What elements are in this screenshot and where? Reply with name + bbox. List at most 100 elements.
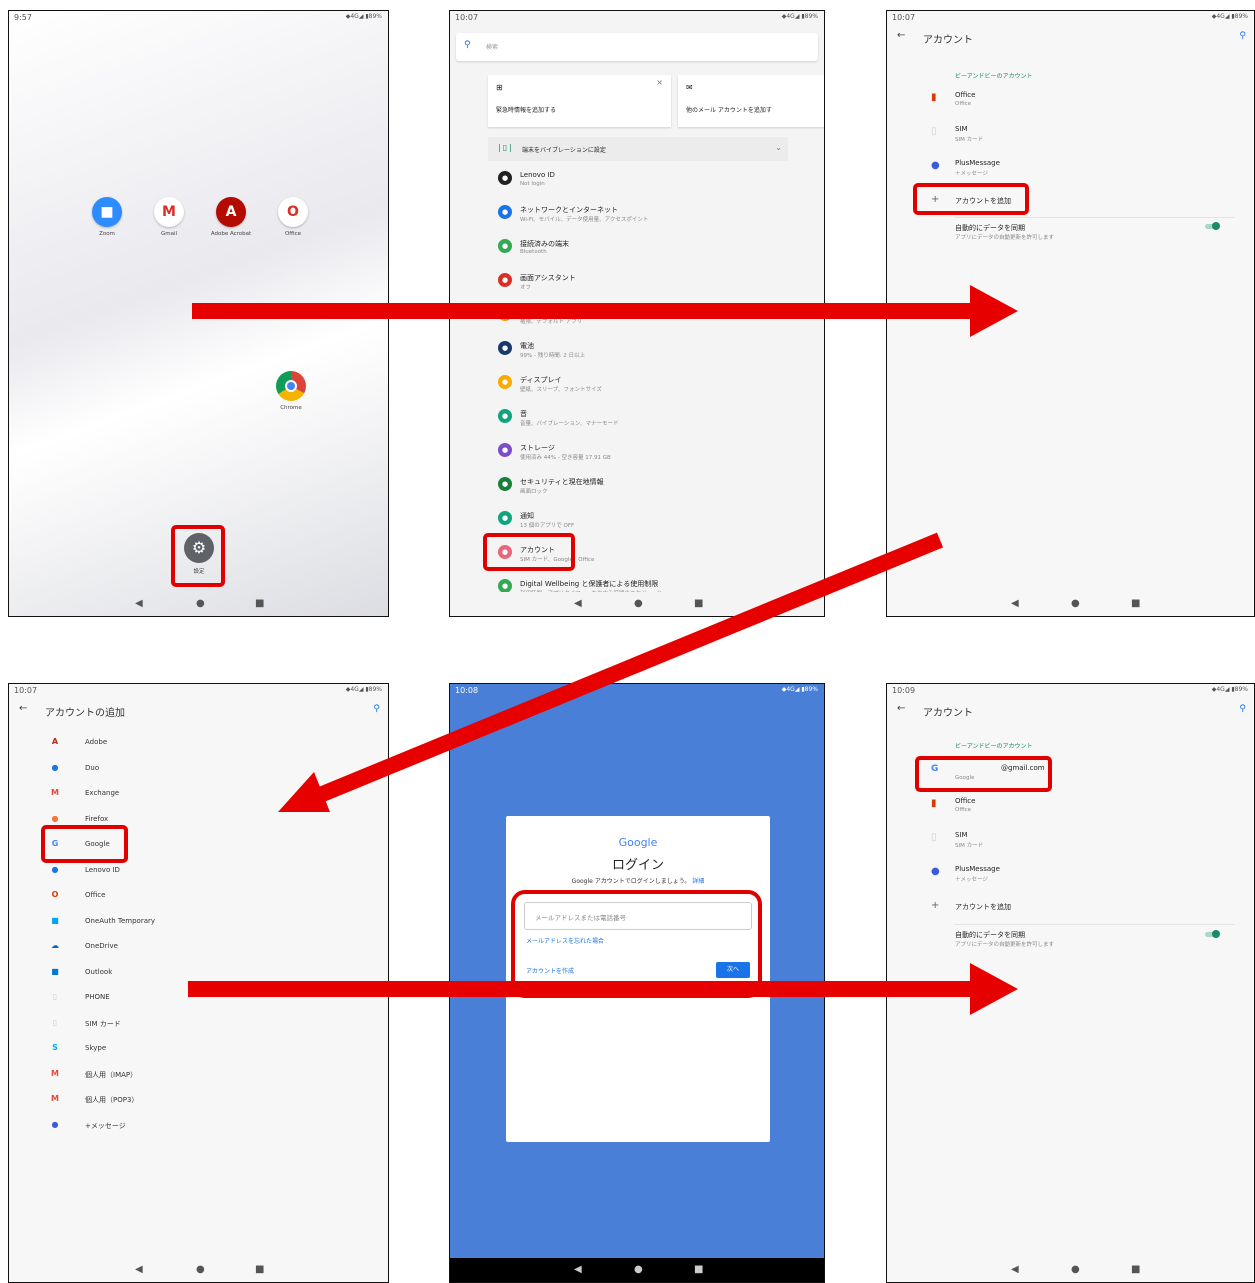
vibrate-suggestion[interactable]: ❘▯❘ 端末をバイブレーションに設定 ⌄ — [488, 137, 788, 161]
account-type-item[interactable]: ▯ PHONE — [49, 991, 249, 1007]
account-row[interactable]: ▮ Office Office — [927, 89, 1127, 115]
settings-item[interactable]: ● 接続済みの端末 Bluetooth — [498, 239, 798, 265]
back-nav-icon[interactable]: ◀ — [135, 1264, 143, 1275]
login-heading: ログイン — [611, 858, 664, 873]
settings-item[interactable]: ● ストレージ 使用済み 44% - 空き容量 17.91 GB — [498, 443, 798, 469]
add-account-row[interactable]: + アカウントを追加 — [927, 897, 1227, 917]
account-type-item[interactable]: ▯ SIM カード — [49, 1017, 249, 1033]
chevron-down-icon[interactable]: ⌄ — [775, 143, 782, 152]
account-type-item[interactable]: ■ Outlook — [49, 966, 249, 982]
back-nav-icon[interactable]: ◀ — [1011, 1264, 1019, 1275]
close-icon[interactable]: × — [656, 78, 663, 87]
settings-item-subtitle: 壁紙、スリープ、フォントサイズ — [520, 387, 602, 393]
account-type-label: Office — [85, 891, 106, 899]
nav-bar: ◀ ● ■ — [9, 1258, 388, 1282]
account-type-item[interactable]: M 個人用（IMAP） — [49, 1068, 249, 1084]
settings-item[interactable]: ● 権限、デフォルト アプリ — [498, 307, 798, 333]
search-icon[interactable]: ⚲ — [1239, 704, 1246, 714]
home-nav-icon[interactable]: ● — [196, 1264, 205, 1275]
back-nav-icon[interactable]: ◀ — [574, 598, 582, 609]
account-type-item[interactable]: M 個人用（POP3） — [49, 1093, 249, 1109]
settings-item-icon: ● — [498, 409, 512, 423]
settings-item-title: セキュリティと現在地情報 — [520, 478, 604, 486]
nav-bar: ◀ ● ■ — [9, 592, 388, 616]
settings-item[interactable]: ● Lenovo ID Not login — [498, 171, 798, 197]
account-subtitle: SIM カード — [955, 843, 984, 849]
back-nav-icon[interactable]: ◀ — [135, 598, 143, 609]
account-row[interactable]: ● PlusMessage ＋メッセージ — [927, 863, 1127, 889]
recents-nav-icon[interactable]: ■ — [1131, 1264, 1140, 1275]
account-type-item[interactable]: O Office — [49, 889, 249, 905]
status-time: 9:57 — [14, 13, 32, 22]
plusmessage-icon: ● — [931, 866, 940, 877]
back-nav-icon[interactable]: ◀ — [574, 1264, 582, 1275]
settings-item[interactable]: ● ディスプレイ 壁紙、スリープ、フォントサイズ — [498, 375, 798, 401]
google-login-panel: 10:08 ◆4G◢ ▮89% Google ログイン Google アカウント… — [449, 683, 825, 1283]
page-title: アカウント — [923, 35, 973, 46]
account-row[interactable]: ▯ SIM SIM カード — [927, 829, 1127, 855]
app-office[interactable]: O Office — [263, 197, 323, 237]
settings-item[interactable]: ● 電池 99% - 残り時間: 2 日以上 — [498, 341, 798, 367]
account-type-item[interactable]: ☁ OneDrive — [49, 940, 249, 956]
account-row[interactable]: ▮ Office Office — [927, 795, 1127, 821]
sync-row[interactable]: 自動的にデータを同期 アプリにデータの自動更新を許可します — [955, 217, 1235, 242]
recents-nav-icon[interactable]: ■ — [694, 598, 703, 609]
settings-item[interactable]: ● ネットワークとインターネット Wi-Fi、モバイル、データ使用量、アクセスポイン… — [498, 205, 798, 231]
sync-row[interactable]: 自動的にデータを同期 アプリにデータの自動更新を許可します — [955, 924, 1235, 949]
search-icon[interactable]: ⚲ — [373, 704, 380, 714]
page-title: アカウントの追加 — [45, 708, 125, 719]
recents-nav-icon[interactable]: ■ — [1131, 598, 1140, 609]
sync-toggle[interactable] — [1205, 930, 1220, 938]
account-type-icon: ● — [51, 813, 59, 823]
status-icons: ◆4G◢ ▮89% — [1211, 686, 1248, 693]
sync-toggle[interactable] — [1205, 222, 1220, 230]
home-nav-icon[interactable]: ● — [196, 598, 205, 609]
settings-item[interactable]: ● セキュリティと現在地情報 画面ロック — [498, 477, 798, 503]
back-arrow-icon[interactable]: ← — [897, 30, 905, 41]
recents-nav-icon[interactable]: ■ — [255, 1264, 264, 1275]
app-adobe-acrobat[interactable]: A Adobe Acrobat — [201, 197, 261, 237]
search-icon[interactable]: ⚲ — [1239, 31, 1246, 41]
app-zoom[interactable]: ■ Zoom — [77, 197, 137, 237]
home-nav-icon[interactable]: ● — [1071, 1264, 1080, 1275]
status-bar: 9:57 ◆4G◢ ▮89% — [9, 11, 388, 25]
app-gmail[interactable]: M Gmail — [139, 197, 199, 237]
account-title: Office — [955, 91, 976, 99]
back-arrow-icon[interactable]: ← — [897, 703, 905, 714]
account-type-item[interactable]: M Exchange — [49, 787, 249, 803]
account-type-item[interactable]: S Skype — [49, 1042, 249, 1058]
home-nav-icon[interactable]: ● — [634, 598, 643, 609]
suggestion-card-email[interactable]: ✉ 他のメール アカウントを追加す — [678, 75, 824, 127]
account-subtitle: Office — [955, 101, 972, 107]
home-nav-icon[interactable]: ● — [634, 1264, 643, 1275]
status-bar: 10:07 ◆4G◢ ▮89% — [887, 11, 1254, 25]
settings-item-subtitle: 使用済み 44% - 空き容量 17.91 GB — [520, 455, 611, 461]
recents-nav-icon[interactable]: ■ — [694, 1264, 703, 1275]
settings-item-subtitle: Not login — [520, 181, 545, 187]
settings-item[interactable]: ● 音音量、バイブレーション、マナーモード — [498, 409, 798, 435]
app-bar: ← アカウント ⚲ — [887, 27, 1254, 49]
settings-item-icon: ● — [498, 477, 512, 491]
back-nav-icon[interactable]: ◀ — [1011, 598, 1019, 609]
account-row[interactable]: ▯ SIM SIM カード — [927, 123, 1127, 149]
account-type-item[interactable]: ● +メッセージ — [49, 1119, 249, 1135]
recents-nav-icon[interactable]: ■ — [255, 598, 264, 609]
details-link[interactable]: 詳細 — [692, 878, 704, 885]
account-type-item[interactable]: A Adobe — [49, 736, 249, 752]
settings-item-icon: ● — [498, 205, 512, 219]
account-type-item[interactable]: ■ OneAuth Temporary — [49, 915, 249, 931]
add-card-icon: ⊞ — [496, 83, 503, 92]
settings-search-bar[interactable]: ⚲ 検索 — [456, 33, 818, 61]
home-screen-panel: 9:57 ◆4G◢ ▮89% ■ Zoom M Gmail A Adobe Acrobat… — [8, 10, 389, 617]
home-nav-icon[interactable]: ● — [1071, 598, 1080, 609]
account-type-label: Exchange — [85, 789, 120, 797]
account-type-label: Duo — [85, 763, 100, 772]
settings-item-icon: ● — [498, 341, 512, 355]
back-arrow-icon[interactable]: ← — [19, 703, 27, 714]
app-chrome[interactable]: Chrome — [261, 371, 321, 411]
account-row[interactable]: ● PlusMessage ＋メッセージ — [927, 157, 1127, 183]
account-type-item[interactable]: ● Lenovo ID — [49, 864, 249, 880]
suggestion-card-emergency[interactable]: ⊞ × 緊急時情報を追加する — [488, 75, 671, 127]
account-type-item[interactable]: ● Duo — [49, 762, 249, 778]
settings-item[interactable]: ● 画面アシスタント オフ — [498, 273, 798, 299]
